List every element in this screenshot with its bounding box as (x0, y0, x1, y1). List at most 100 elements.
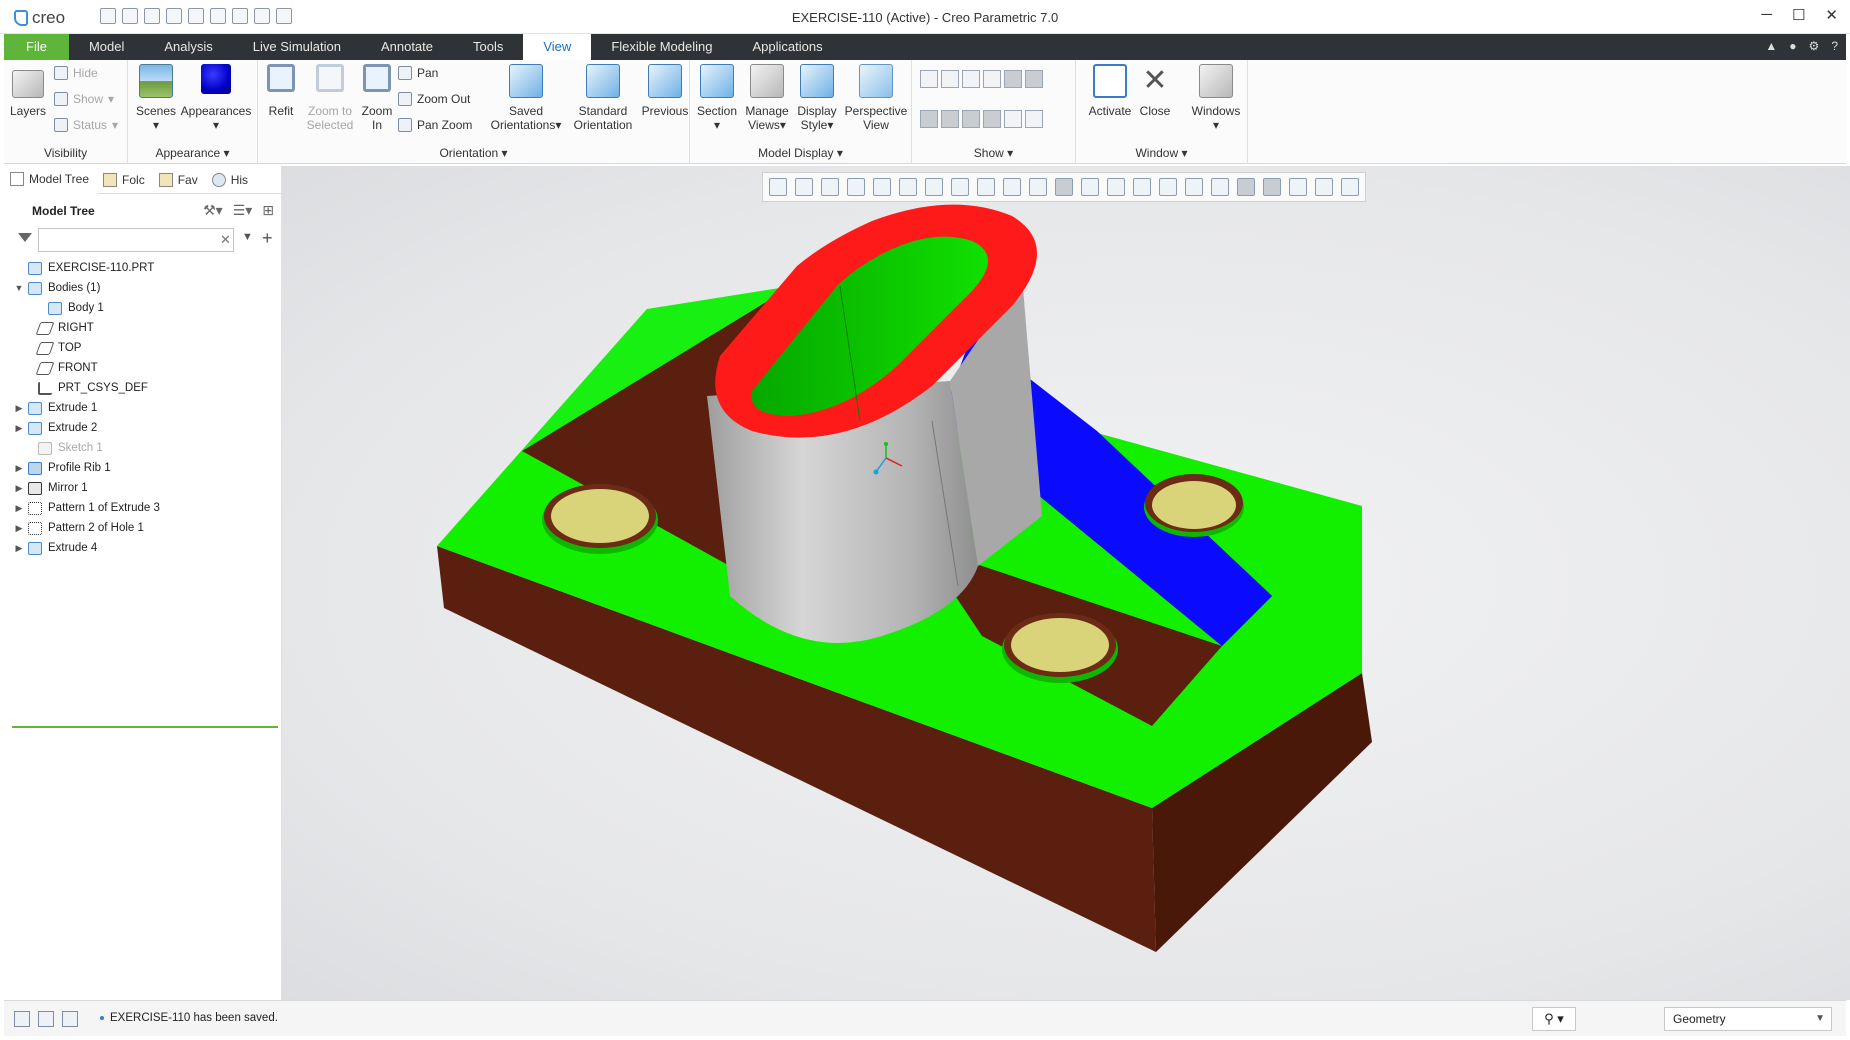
refit-button[interactable]: Refit (262, 64, 300, 118)
zoom-to-selected-button[interactable]: Zoom to Selected (302, 64, 358, 132)
hide-button[interactable]: Hide (54, 66, 98, 80)
group-label-orientation[interactable]: Orientation ▾ (258, 146, 689, 160)
tree-item[interactable]: ▶ Profile Rib 1 (12, 458, 280, 478)
tab-tools[interactable]: Tools (453, 34, 523, 60)
previous-orientation-button[interactable]: Previous (640, 64, 690, 118)
axis-display-icon[interactable] (941, 70, 959, 88)
show-button[interactable]: Show ▾ (54, 92, 114, 106)
sketch-display-icon[interactable] (1004, 110, 1022, 128)
saved-orientations-button[interactable]: Saved Orientations▾ (488, 64, 564, 132)
tree-item[interactable]: EXERCISE-110.PRT (12, 258, 280, 278)
tree-item[interactable]: ▶ Extrude 1 (12, 398, 280, 418)
tree-item[interactable]: Sketch 1 (12, 438, 280, 458)
tab-model[interactable]: Model (69, 34, 144, 60)
tab-annotate[interactable]: Annotate (361, 34, 453, 60)
tab-flexible-modeling[interactable]: Flexible Modeling (591, 34, 732, 60)
graphics-window[interactable] (282, 166, 1850, 1000)
point-display-icon[interactable] (962, 70, 980, 88)
screen-tips-icon[interactable]: ● (1789, 39, 1796, 53)
selection-filter[interactable]: Geometry ▼ (1664, 1007, 1832, 1031)
maximize-button[interactable]: ☐ (1792, 6, 1805, 24)
section-button[interactable]: Section ▾ (694, 64, 740, 132)
appearances-button[interactable]: Appearances ▾ (178, 64, 254, 132)
pan-button[interactable]: Pan (398, 66, 438, 80)
display-style-button[interactable]: Display Style▾ (794, 64, 840, 132)
tree-item[interactable]: ▶ Extrude 4 (12, 538, 280, 558)
tree-item[interactable]: ▶ Mirror 1 (12, 478, 280, 498)
tree-item[interactable]: FRONT (12, 358, 280, 378)
perspective-view-button[interactable]: Perspective View (842, 64, 910, 132)
close-window-button[interactable]: ✕ Close (1136, 64, 1174, 118)
search-dropdown-icon[interactable]: ▼ (242, 231, 253, 243)
collapse-ribbon-icon[interactable]: ▲ (1765, 39, 1777, 53)
full-screen-icon[interactable] (62, 1011, 78, 1027)
pan-zoom-button[interactable]: Pan Zoom (398, 118, 472, 132)
panel-tab-folder-browser[interactable]: Folc (97, 166, 153, 194)
tree-item[interactable]: RIGHT (12, 318, 280, 338)
tree-item-label: Profile Rib 1 (48, 462, 111, 474)
expand-arrow-icon[interactable]: ▶ (12, 538, 26, 558)
navigator-toggle-icon[interactable] (14, 1011, 30, 1027)
expand-arrow-icon[interactable]: ▶ (12, 398, 26, 418)
expand-arrow-icon[interactable]: ▶ (12, 478, 26, 498)
tab-applications[interactable]: Applications (732, 34, 842, 60)
panel-tab-model-tree[interactable]: Model Tree (4, 166, 98, 194)
tree-item[interactable]: PRT_CSYS_DEF (12, 378, 280, 398)
expand-arrow-icon[interactable]: ▶ (12, 418, 26, 438)
bodies-icon (28, 281, 42, 295)
group-label-show[interactable]: Show ▾ (912, 146, 1075, 160)
tree-item[interactable]: ▶ Pattern 2 of Hole 1 (12, 518, 280, 538)
zoom-in-button[interactable]: Zoom In (358, 64, 396, 132)
expand-arrow-icon[interactable]: ▶ (12, 458, 26, 478)
minimize-button[interactable]: ─ (1761, 6, 1772, 24)
tree-search-input[interactable] (38, 228, 234, 252)
find-button[interactable]: ⚲ ▾ (1532, 1007, 1576, 1031)
tab-analysis[interactable]: Analysis (144, 34, 232, 60)
tree-columns-icon[interactable]: ☰▾ (233, 202, 253, 219)
spin-center-icon[interactable] (1004, 70, 1022, 88)
help-icon[interactable]: ? (1831, 39, 1838, 53)
curve-display-icon[interactable] (1025, 110, 1043, 128)
expand-arrow-icon[interactable]: ▶ (12, 518, 26, 538)
point-tag-icon[interactable] (962, 110, 980, 128)
tree-filter-icon[interactable]: ⊞ (262, 202, 274, 219)
tree-item[interactable]: Body 1 (12, 298, 280, 318)
tab-live-simulation[interactable]: Live Simulation (233, 34, 361, 60)
status-button[interactable]: Status ▾ (54, 118, 118, 132)
group-label-appearance[interactable]: Appearance ▾ (128, 146, 257, 160)
annotation-display-icon[interactable] (1025, 70, 1043, 88)
csys-tag-icon[interactable] (983, 110, 1001, 128)
expand-arrow-icon[interactable]: ▼ (12, 278, 26, 298)
layers-button[interactable]: Layers (8, 64, 48, 118)
zoom-out-button[interactable]: Zoom Out (398, 92, 470, 106)
clear-search-icon[interactable]: ✕ (220, 232, 231, 248)
browser-toggle-icon[interactable] (38, 1011, 54, 1027)
add-filter-icon[interactable]: + (262, 228, 273, 249)
tree-item[interactable]: ▼ Bodies (1) (12, 278, 280, 298)
tree-item[interactable]: ▶ Pattern 1 of Extrude 3 (12, 498, 280, 518)
tree-settings-icon[interactable]: ⚒▾ (203, 202, 223, 219)
close-icon: ✕ (1142, 64, 1168, 97)
settings-icon[interactable]: ⚙ (1809, 39, 1820, 53)
activate-button[interactable]: Activate (1086, 64, 1134, 118)
group-label-model-display[interactable]: Model Display ▾ (690, 146, 911, 160)
expand-arrow-icon[interactable]: ▶ (12, 498, 26, 518)
panel-tab-favorites[interactable]: Fav (153, 166, 206, 194)
group-label-window[interactable]: Window ▾ (1076, 146, 1247, 160)
tab-file[interactable]: File (4, 34, 69, 60)
standard-orientation-button[interactable]: Standard Orientation (568, 64, 638, 132)
scenes-button[interactable]: Scenes ▾ (136, 64, 176, 132)
tree-item[interactable]: TOP (12, 338, 280, 358)
tab-view[interactable]: View (523, 34, 592, 60)
sketch-icon (38, 441, 52, 455)
panel-tab-history[interactable]: His (206, 166, 256, 194)
plane-tag-icon[interactable] (920, 110, 938, 128)
csys-display-icon[interactable] (983, 70, 1001, 88)
axis-tag-icon[interactable] (941, 110, 959, 128)
windows-button[interactable]: Windows ▾ (1188, 64, 1244, 132)
3d-model[interactable] (282, 166, 1850, 1000)
manage-views-button[interactable]: Manage Views▾ (742, 64, 792, 132)
tree-item[interactable]: ▶ Extrude 2 (12, 418, 280, 438)
plane-display-icon[interactable] (920, 70, 938, 88)
close-button[interactable]: ✕ (1825, 6, 1838, 24)
